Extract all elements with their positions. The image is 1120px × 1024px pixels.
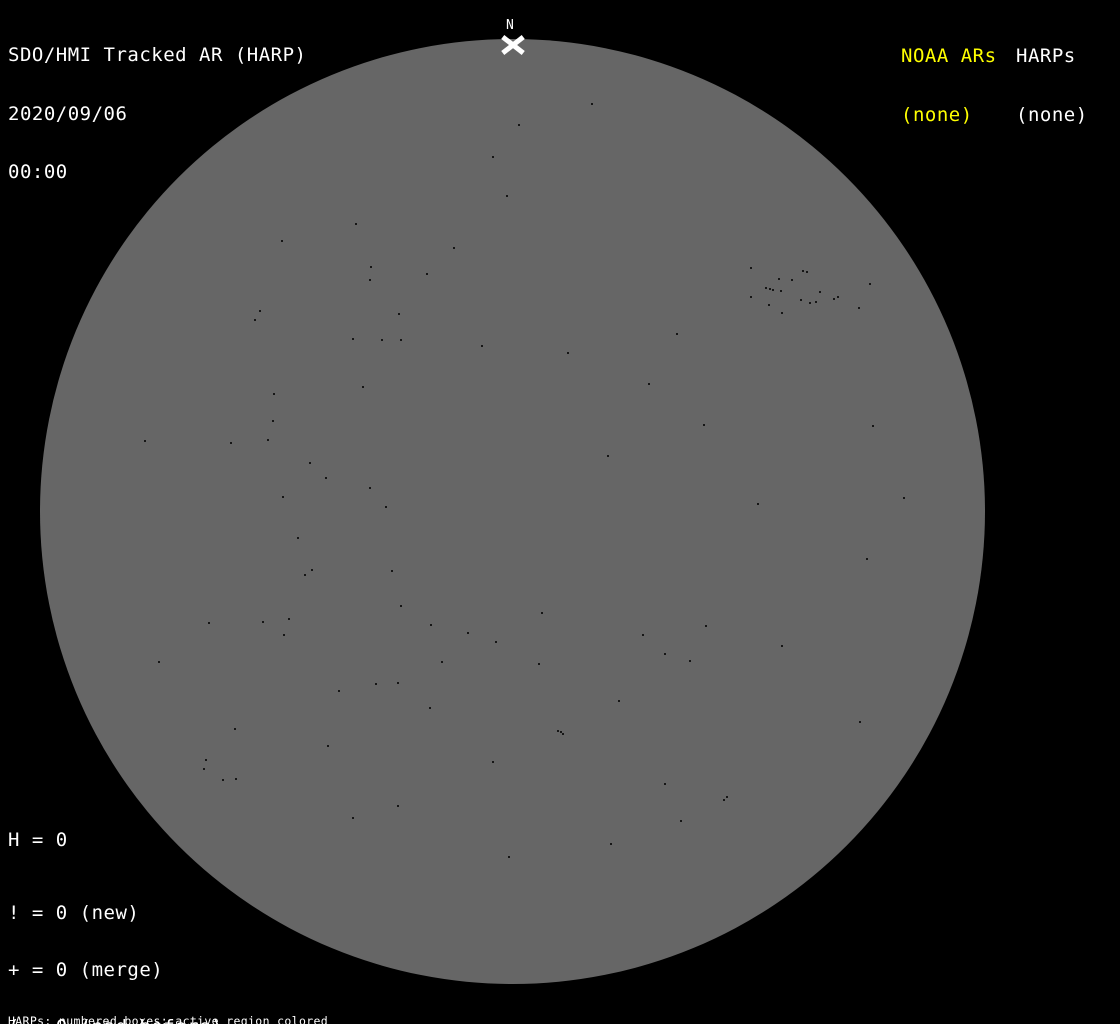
footer-notes: HARPs: numbered boxes; active region col…: [8, 991, 430, 1024]
header: SDO/HMI Tracked AR (HARP) 2020/09/06 00:…: [8, 7, 306, 222]
footer-note-harps: HARPs: numbered boxes; active region col…: [8, 1015, 430, 1024]
noaa-ars-label: NOAA ARs: [901, 47, 997, 67]
noaa-ars-status: NOAA ARs (none): [901, 8, 997, 164]
harps-label: HARPs: [1016, 47, 1088, 67]
legend-item-merge: + = 0 (merge): [8, 961, 235, 980]
north-label: N: [506, 19, 514, 32]
north-pole-cross-icon: [503, 35, 523, 54]
harps-status: HARPs (none): [1016, 8, 1088, 164]
noaa-ars-value: (none): [901, 106, 997, 126]
observation-date: 2020/09/06: [8, 105, 306, 125]
harp-tracking-frame: SDO/HMI Tracked AR (HARP) 2020/09/06 00:…: [0, 0, 1120, 1024]
legend-harp-count: H = 0: [8, 831, 68, 850]
observation-time: 00:00: [8, 163, 306, 183]
legend-item-new: ! = 0 (new): [8, 904, 235, 923]
harps-value: (none): [1016, 106, 1088, 126]
observation-title: SDO/HMI Tracked AR (HARP): [8, 46, 306, 66]
